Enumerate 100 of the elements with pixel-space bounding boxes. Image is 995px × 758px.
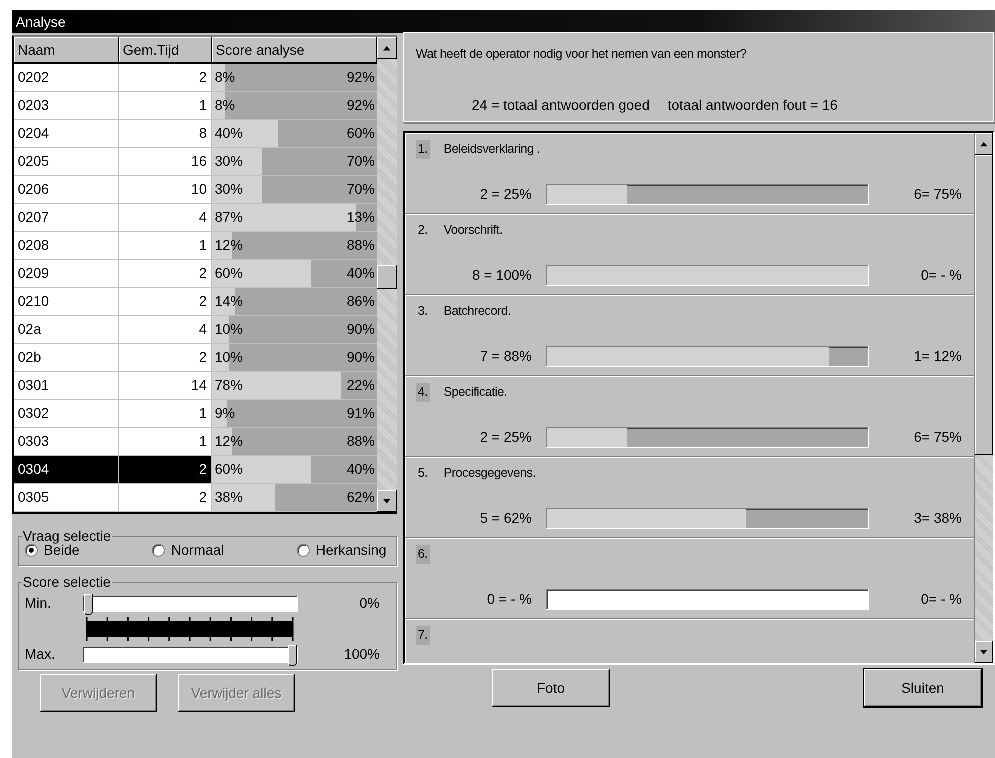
score-good-label: 8% bbox=[215, 68, 236, 87]
answer-text: Voorschrift. bbox=[444, 222, 503, 239]
dialog-button[interactable]: Sluiten bbox=[864, 669, 982, 707]
table-cell[interactable]: 8 bbox=[119, 120, 212, 148]
table-cell[interactable]: 0206 bbox=[14, 176, 119, 204]
table-cell[interactable]: 0210 bbox=[14, 288, 119, 316]
dialog-button[interactable]: Foto bbox=[492, 669, 610, 707]
correct-count: 2 = 25% bbox=[479, 185, 533, 204]
table-cell[interactable]: 2 bbox=[119, 288, 212, 316]
score-good-label: 30% bbox=[215, 152, 244, 171]
score-bad-label: 90% bbox=[346, 320, 375, 339]
table-cell[interactable]: 10 bbox=[119, 176, 212, 204]
wrong-count: 3= 38% bbox=[913, 509, 963, 528]
answer-number: 5. bbox=[417, 465, 429, 482]
answer-number: 1. bbox=[416, 140, 430, 159]
table-cell[interactable]: 1 bbox=[119, 400, 212, 428]
wrong-count: 0= - % bbox=[920, 590, 963, 609]
score-bad-label: 62% bbox=[346, 488, 375, 507]
table-cell[interactable]: 2 bbox=[119, 344, 212, 372]
scroll-up-icon[interactable] bbox=[975, 133, 993, 155]
table-cell[interactable]: 0207 bbox=[14, 204, 119, 232]
table-cell[interactable]: 4 bbox=[119, 204, 212, 232]
column-header[interactable]: Score analyse bbox=[212, 37, 377, 64]
scroll-thumb[interactable] bbox=[377, 265, 397, 289]
group-title: Score selectie bbox=[22, 574, 112, 590]
score-good-label: 30% bbox=[215, 180, 244, 199]
wrong-total: totaal antwoorden fout = 16 bbox=[668, 96, 838, 115]
scroll-down-icon[interactable] bbox=[377, 490, 397, 512]
score-good-label: 40% bbox=[215, 124, 244, 143]
radio-option[interactable]: Normaal bbox=[152, 540, 224, 561]
score-bad-label: 92% bbox=[346, 96, 375, 115]
score-good-label: 38% bbox=[215, 488, 244, 507]
table-cell[interactable]: 1 bbox=[119, 92, 212, 120]
table-cell[interactable]: 0305 bbox=[14, 484, 119, 512]
slider-label: Max. bbox=[25, 645, 56, 664]
table-cell[interactable]: 0209 bbox=[14, 260, 119, 288]
correct-count: 8 = 100% bbox=[471, 266, 533, 285]
scroll-up-icon[interactable] bbox=[377, 37, 397, 59]
slider-thumb[interactable] bbox=[288, 644, 297, 666]
score-good-label: 78% bbox=[215, 376, 244, 395]
score-bad-label: 91% bbox=[346, 404, 375, 423]
table-cell[interactable]: 1 bbox=[119, 232, 212, 260]
scroll-down-icon[interactable] bbox=[975, 641, 993, 663]
answer-number: 3. bbox=[417, 303, 429, 320]
score-good-label: 10% bbox=[215, 320, 244, 339]
slider-thumb[interactable] bbox=[84, 594, 93, 615]
answer-text: Beleidsverklaring . bbox=[444, 141, 540, 158]
answer-text: Specificatie. bbox=[444, 384, 508, 401]
score-bad-label: 92% bbox=[346, 68, 375, 87]
table-cell[interactable]: 0202 bbox=[14, 64, 119, 92]
table-cell[interactable]: 02a bbox=[14, 316, 119, 344]
answer-number: 7. bbox=[416, 626, 430, 645]
correct-count: 5 = 62% bbox=[479, 509, 533, 528]
table-cell[interactable]: 14 bbox=[119, 372, 212, 400]
table-cell[interactable]: 0302 bbox=[14, 400, 119, 428]
table-cell[interactable]: 0304 bbox=[14, 456, 119, 484]
score-good-label: 12% bbox=[215, 432, 244, 451]
slider-value: 0% bbox=[358, 594, 381, 614]
answer-number: 6. bbox=[416, 545, 430, 564]
score-good-label: 8% bbox=[215, 96, 236, 115]
radio-option[interactable]: Herkansing bbox=[296, 540, 387, 561]
scrollbar[interactable] bbox=[975, 133, 993, 663]
table-cell[interactable]: 2 bbox=[119, 260, 212, 288]
table-cell[interactable]: 16 bbox=[119, 148, 212, 176]
score-bad-label: 88% bbox=[346, 236, 375, 255]
score-good-label: 87% bbox=[215, 208, 244, 227]
correct-count: 2 = 25% bbox=[479, 428, 533, 447]
table-cell[interactable]: 0203 bbox=[14, 92, 119, 120]
column-header[interactable]: Naam bbox=[14, 37, 119, 64]
slider-track[interactable] bbox=[83, 596, 298, 612]
table-cell[interactable]: 1 bbox=[119, 428, 212, 456]
table-cell[interactable]: 4 bbox=[119, 316, 212, 344]
column-header[interactable]: Gem.Tijd bbox=[119, 37, 212, 64]
table-cell[interactable]: 2 bbox=[119, 484, 212, 512]
table-cell[interactable]: 0208 bbox=[14, 232, 119, 260]
table-cell[interactable]: 0204 bbox=[14, 120, 119, 148]
score-bad-label: 60% bbox=[346, 124, 375, 143]
table-cell[interactable]: 0205 bbox=[14, 148, 119, 176]
wrong-count: 0= - % bbox=[920, 266, 963, 285]
scrollbar[interactable] bbox=[377, 37, 397, 512]
slider-label: Min. bbox=[25, 594, 52, 614]
score-good-label: 9% bbox=[215, 404, 236, 423]
wrong-count: 6= 75% bbox=[913, 185, 963, 204]
score-good-label: 14% bbox=[215, 292, 244, 311]
scroll-thumb[interactable] bbox=[975, 155, 993, 455]
window-title: Analyse bbox=[16, 14, 66, 30]
score-bad-label: 22% bbox=[346, 376, 375, 395]
score-good-label: 60% bbox=[215, 460, 244, 479]
table-cell[interactable]: 2 bbox=[119, 456, 212, 484]
correct-count: 7 = 88% bbox=[479, 347, 533, 366]
table-cell[interactable]: 0303 bbox=[14, 428, 119, 456]
slider-track[interactable] bbox=[83, 646, 298, 663]
score-bad-label: 40% bbox=[346, 264, 375, 283]
answer-number: 2. bbox=[417, 222, 429, 239]
table-cell[interactable]: 02b bbox=[14, 344, 119, 372]
wrong-count: 1= 12% bbox=[913, 347, 963, 366]
table-cell[interactable]: 0301 bbox=[14, 372, 119, 400]
score-bad-label: 70% bbox=[346, 152, 375, 171]
answer-number: 4. bbox=[416, 383, 430, 402]
table-cell[interactable]: 2 bbox=[119, 64, 212, 92]
